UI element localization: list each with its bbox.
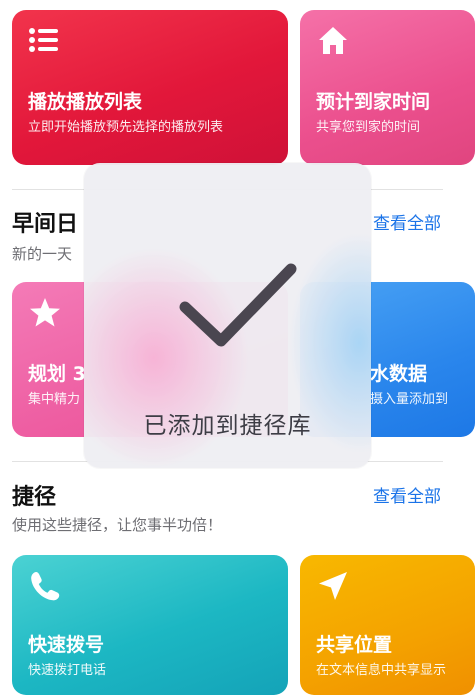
card-title: 共享位置 <box>316 634 393 656</box>
section-title-morning: 早间日 <box>12 212 79 237</box>
card-subtitle: 摄入量添加到 <box>370 392 449 407</box>
phone-icon <box>31 572 60 601</box>
shortcut-card-play-playlist[interactable]: 播放播放列表 立即开始播放预先选择的播放列表 <box>12 10 288 165</box>
home-icon <box>319 27 347 54</box>
shortcut-card-speed-dial[interactable]: 快速拨号 快速拨打电话 <box>12 555 288 695</box>
toast-message: 已添加到捷径库 <box>143 413 312 439</box>
card-subtitle: 在文本信息中共享显示 <box>316 663 447 678</box>
see-all-link-shortcuts[interactable]: 查看全部 <box>373 482 441 507</box>
card-title: 水数据 <box>370 363 428 385</box>
card-subtitle: 立即开始播放预先选择的播放列表 <box>28 120 224 135</box>
card-subtitle: 集中精力 <box>28 392 81 407</box>
section-subtitle-morning: 新的一天 <box>12 245 73 263</box>
location-arrow-icon <box>319 572 347 600</box>
card-title: 预计到家时间 <box>316 91 431 113</box>
star-icon <box>30 298 60 327</box>
added-to-library-toast: 已添加到捷径库 <box>84 163 371 468</box>
section-subtitle-shortcuts: 使用这些捷径，让您事半功倍！ <box>12 516 223 534</box>
card-title: 规划 3 <box>28 363 86 385</box>
shortcut-card-arrival-time[interactable]: 预计到家时间 共享您到家的时间 <box>300 10 475 165</box>
card-title: 快速拨号 <box>28 634 105 656</box>
list-icon <box>29 28 58 52</box>
section-title-shortcuts: 捷径 <box>12 485 57 510</box>
card-title: 播放播放列表 <box>28 91 143 113</box>
checkmark-icon <box>179 263 297 347</box>
shortcut-card-share-location[interactable]: 共享位置 在文本信息中共享显示 <box>300 555 475 695</box>
see-all-link-morning[interactable]: 查看全部 <box>373 209 441 234</box>
card-subtitle: 快速拨打电话 <box>28 663 107 678</box>
card-subtitle: 共享您到家的时间 <box>316 120 421 135</box>
